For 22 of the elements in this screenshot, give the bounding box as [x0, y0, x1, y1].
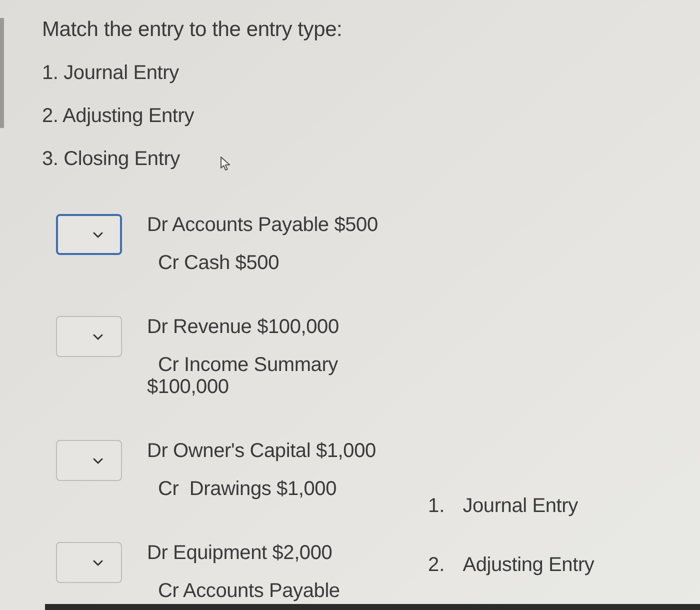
chevron-down-icon [93, 560, 103, 566]
entry-type-option: 3. Closing Entry [42, 146, 180, 172]
debit-line: Dr Accounts Payable $500 [147, 214, 378, 236]
choice-number: 2. [428, 554, 445, 576]
credit-line: Cr Cash $500 [157, 252, 280, 274]
credit-line: Cr Accounts Payable [157, 580, 341, 602]
credit-line: Cr Drawings $1,000 [157, 478, 338, 500]
debit-line: Dr Owner's Capital $1,000 [147, 440, 376, 462]
choice-number: 1. [428, 495, 445, 517]
chevron-down-icon [93, 458, 103, 464]
answer-dropdown[interactable] [56, 214, 122, 255]
entry-type-option: 1. Journal Entry [42, 60, 179, 86]
chevron-down-icon [93, 334, 103, 340]
choice-label: Adjusting Entry [462, 554, 594, 576]
pointer-cursor-icon [220, 156, 231, 170]
credit-line: Cr Income Summary $100,000 [147, 354, 339, 398]
debit-line: Dr Equipment $2,000 [147, 542, 334, 564]
chevron-down-icon [93, 232, 103, 238]
entry-type-option: 2. Adjusting Entry [42, 103, 194, 129]
question-prompt: Match the entry to the entry type: [42, 17, 344, 43]
debit-line: Dr Revenue $100,000 [147, 316, 340, 338]
choice-label: Journal Entry [462, 495, 578, 517]
